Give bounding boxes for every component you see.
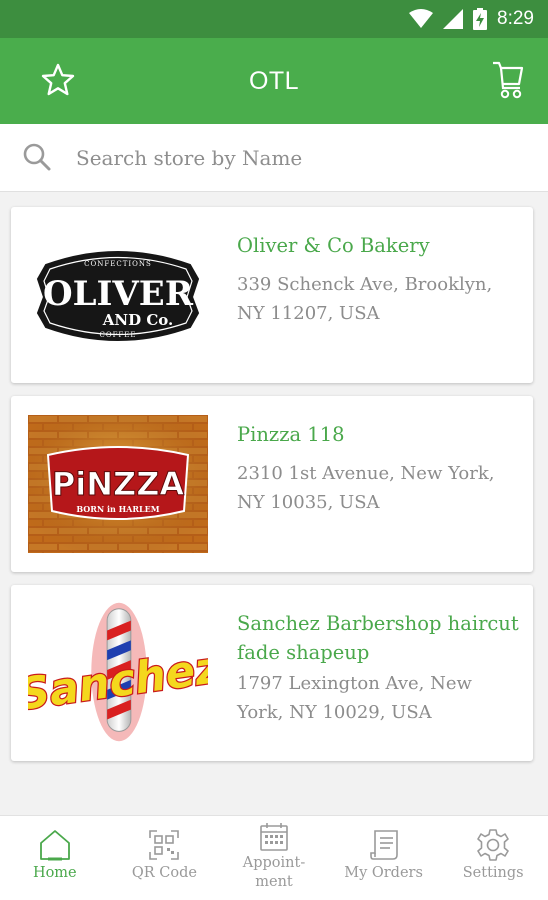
store-card[interactable]: PiNZZA BORN in HARLEM Pinzza 118 2310 1s… xyxy=(11,396,533,572)
app-bar: OTL xyxy=(0,38,548,124)
nav-item-my-orders[interactable]: My Orders xyxy=(329,816,439,900)
store-name: Sanchez Barbershop haircut fade shapeup xyxy=(237,612,519,664)
sanchez-logo: Sanchez xyxy=(28,602,208,743)
orders-icon xyxy=(369,828,399,862)
gear-icon xyxy=(476,828,510,862)
oliver-logo-bottom: COFFEE xyxy=(99,331,136,339)
store-name: Oliver & Co Bakery xyxy=(237,234,430,257)
store-info: Oliver & Co Bakery 339 Schenck Ave, Broo… xyxy=(237,231,522,328)
store-address: 2310 1st Avenue, New York, NY 10035, USA xyxy=(237,463,495,513)
cart-button[interactable] xyxy=(488,60,528,104)
store-name: Pinzza 118 xyxy=(237,423,345,446)
favorites-button[interactable] xyxy=(38,62,78,102)
oliver-logo-sub: CONFECTIONS xyxy=(84,260,152,268)
store-address: 339 Schenck Ave, Brooklyn, NY 11207, USA xyxy=(237,274,493,324)
search-input[interactable] xyxy=(76,138,516,178)
store-info: Pinzza 118 2310 1st Avenue, New York, NY… xyxy=(237,420,522,517)
search-bar xyxy=(0,124,548,192)
signal-icon xyxy=(443,9,464,29)
store-card[interactable]: CONFECTIONS OLIVER AND Co. COFFEE Oliver… xyxy=(11,207,533,383)
nav-label: My Orders xyxy=(344,865,423,881)
battery-charging-icon xyxy=(473,8,488,30)
bottom-nav: Home QR Code Appoint- ment My Orders Set… xyxy=(0,815,548,900)
home-icon xyxy=(38,828,72,862)
store-address: 1797 Lexington Ave, New York, NY 10029, … xyxy=(237,673,472,723)
clock: 8:29 xyxy=(497,8,534,29)
oliver-logo-text: OLIVER xyxy=(43,274,194,314)
nav-label: Appoint- ment xyxy=(242,855,306,890)
app-title: OTL xyxy=(248,66,300,95)
pinzza-logo: PiNZZA BORN in HARLEM xyxy=(28,414,208,554)
nav-item-appointment[interactable]: Appoint- ment xyxy=(219,816,329,900)
nav-label: Settings xyxy=(462,865,524,881)
qr-code-icon xyxy=(148,828,180,862)
oliver-co-logo: CONFECTIONS OLIVER AND Co. COFFEE xyxy=(28,225,208,365)
nav-item-settings[interactable]: Settings xyxy=(438,816,548,900)
oliver-logo-amp: AND Co. xyxy=(102,311,173,329)
nav-item-home[interactable]: Home xyxy=(0,816,110,900)
wifi-icon xyxy=(409,9,434,29)
pinzza-logo-text: PiNZZA xyxy=(52,465,185,503)
pinzza-logo-sub: BORN in HARLEM xyxy=(76,504,159,514)
star-icon xyxy=(41,63,75,101)
status-bar: 8:29 xyxy=(0,0,548,38)
cart-icon xyxy=(492,60,524,104)
calendar-icon xyxy=(259,822,289,852)
store-info: Sanchez Barbershop haircut fade shapeup … xyxy=(237,609,522,727)
nav-item-qr-code[interactable]: QR Code xyxy=(110,816,220,900)
nav-label: QR Code xyxy=(131,865,197,881)
store-card[interactable]: Sanchez Sanchez Barbershop haircut fade … xyxy=(11,585,533,761)
nav-label: Home xyxy=(32,865,77,881)
search-icon xyxy=(22,142,52,176)
